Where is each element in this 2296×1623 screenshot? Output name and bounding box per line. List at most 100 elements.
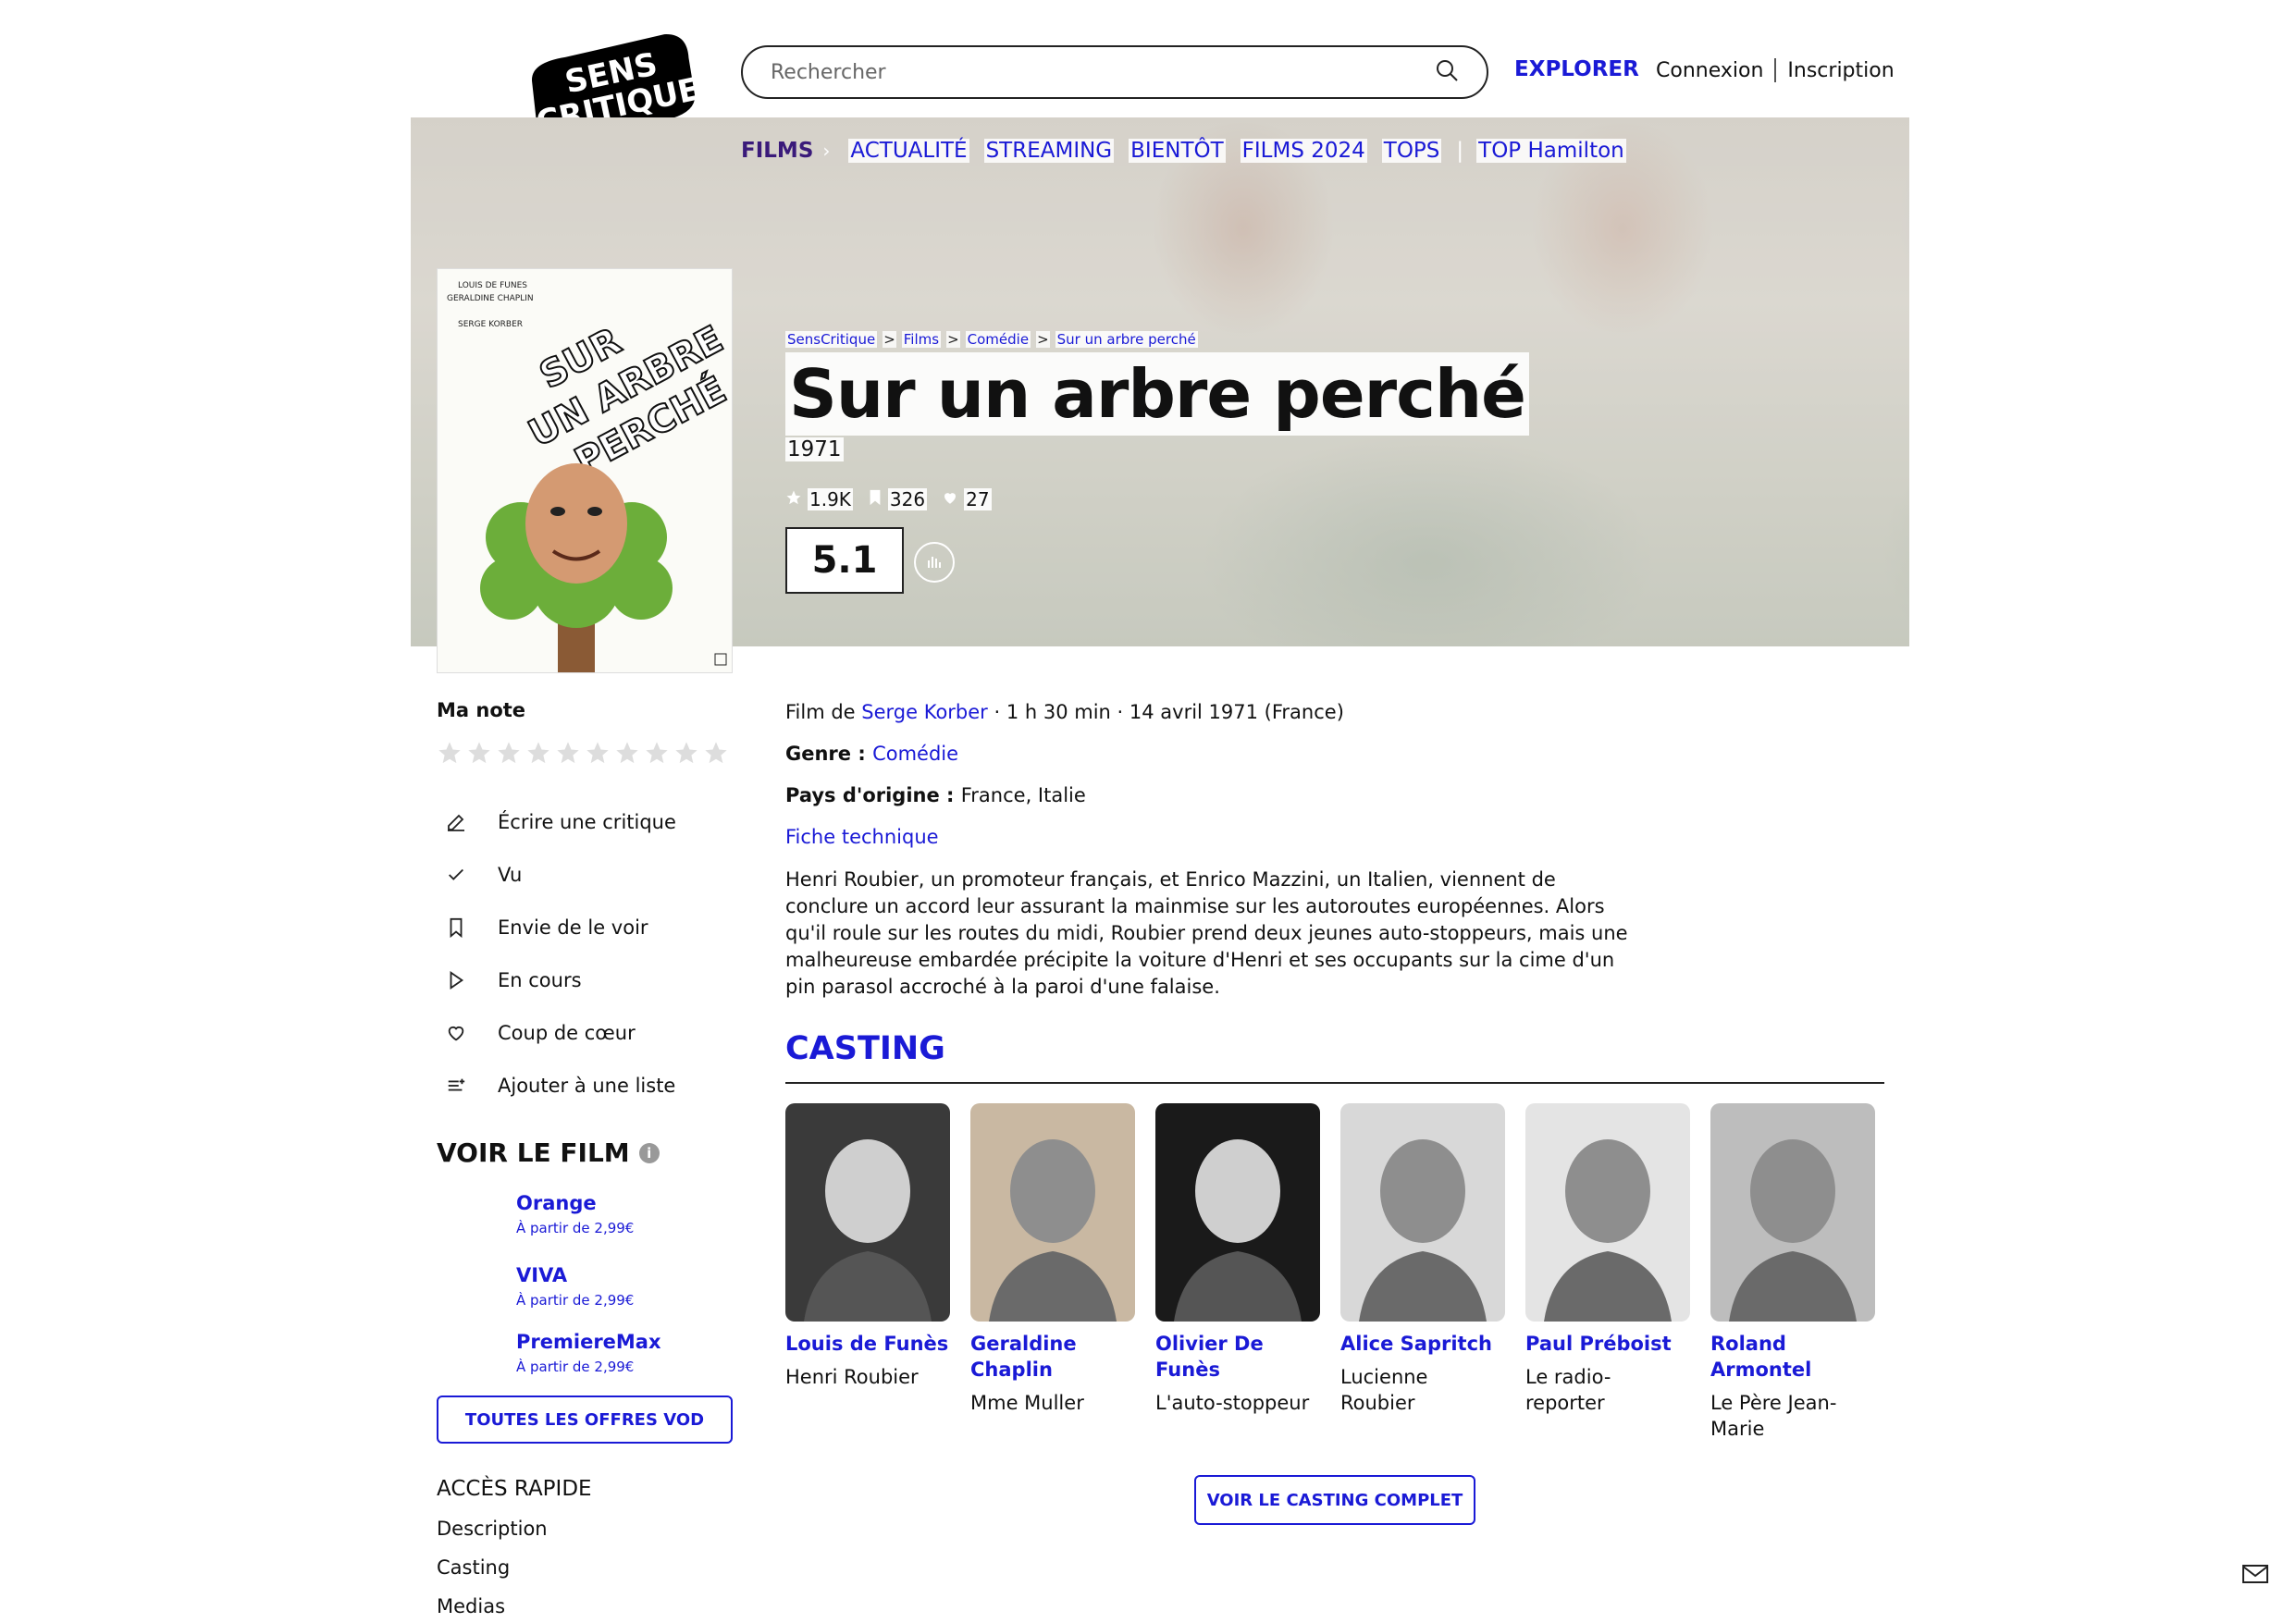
nav-section-films[interactable]: FILMS (741, 139, 813, 163)
breadcrumb-item[interactable]: Comédie (965, 331, 1031, 348)
offer-name[interactable]: Orange (516, 1192, 733, 1214)
breadcrumb-sep: > (946, 331, 960, 348)
rating-stars[interactable] (437, 740, 733, 769)
offer-price: À partir de 2,99€ (516, 1359, 635, 1375)
divider (1774, 58, 1777, 82)
rating-star-icon[interactable] (437, 740, 463, 769)
action-label: Coup de cœur (498, 1021, 636, 1044)
actor-photo[interactable] (1155, 1103, 1320, 1322)
all-vod-offers-button[interactable]: TOUTES LES OFFRES VOD (437, 1396, 733, 1444)
action-label: Ajouter à une liste (498, 1074, 676, 1097)
poster-credit-2: GERALDINE CHAPLIN (447, 294, 534, 303)
actor-photo[interactable] (1525, 1103, 1690, 1322)
cast-member[interactable]: Paul Préboist Le radio-reporter (1525, 1103, 1690, 1442)
actor-name[interactable]: Alice Sapritch (1340, 1331, 1505, 1357)
nav-item-bientot[interactable]: BIENTÔT (1129, 139, 1226, 163)
section-nav: FILMS › ACTUALITÉ STREAMING BIENTÔT FILM… (741, 139, 1641, 163)
full-casting-button[interactable]: VOIR LE CASTING COMPLET (1194, 1475, 1475, 1525)
rating-star-icon[interactable] (644, 740, 670, 769)
quick-access-description[interactable]: Description (437, 1518, 733, 1540)
poster-credit-3: SERGE KORBER (458, 320, 523, 329)
quick-access-casting[interactable]: Casting (437, 1556, 733, 1579)
rating-star-icon[interactable] (525, 740, 551, 769)
info-icon[interactable]: i (638, 1142, 660, 1163)
film-poster[interactable]: LOUIS DE FUNES GERALDINE CHAPLIN SERGE K… (437, 268, 733, 673)
action-want-to-see[interactable]: Envie de le voir (437, 901, 733, 953)
score-distribution-button[interactable] (914, 542, 955, 583)
quick-access-title: ACCÈS RAPIDE (437, 1477, 592, 1501)
breadcrumb-item[interactable]: Films (901, 331, 942, 348)
actor-role: Mme Muller (970, 1392, 1084, 1414)
cast-member[interactable]: Louis de Funès Henri Roubier (785, 1103, 950, 1442)
breadcrumb-sep: > (1036, 331, 1050, 348)
actor-name[interactable]: Roland Armontel (1710, 1331, 1875, 1383)
casting-divider (785, 1082, 1884, 1084)
rating-star-icon[interactable] (673, 740, 699, 769)
nav-item-streaming[interactable]: STREAMING (983, 139, 1115, 163)
actor-name[interactable]: Olivier De Funès (1155, 1331, 1320, 1383)
offer-price: À partir de 2,99€ (516, 1220, 635, 1236)
heart-icon (942, 488, 958, 510)
search-icon[interactable] (1435, 58, 1459, 86)
play-icon (442, 966, 470, 994)
nav-item-tops[interactable]: TOPS (1381, 139, 1442, 163)
offer-price: À partir de 2,99€ (516, 1292, 635, 1309)
offer-name[interactable]: VIVA (516, 1264, 733, 1286)
search-input[interactable] (771, 60, 1418, 84)
technical-sheet-link[interactable]: Fiche technique (785, 826, 939, 848)
rating-star-icon[interactable] (496, 740, 522, 769)
mail-icon[interactable] (2241, 1563, 2269, 1589)
quick-access-medias[interactable]: Medias (437, 1595, 733, 1617)
film-country: Pays d'origine : France, Italie (785, 782, 1618, 808)
cast-member[interactable]: Roland Armontel Le Père Jean-Marie (1710, 1103, 1875, 1442)
rating-star-icon[interactable] (585, 740, 611, 769)
vod-offer-viva[interactable]: VIVA À partir de 2,99€ (516, 1264, 733, 1309)
rating-star-icon[interactable] (614, 740, 640, 769)
film-genre: Genre : Comédie (785, 741, 1618, 767)
nav-item-actualite[interactable]: ACTUALITÉ (848, 139, 969, 163)
actor-role: Le radio-reporter (1525, 1366, 1611, 1414)
actor-role: Henri Roubier (785, 1366, 919, 1388)
actor-photo[interactable] (970, 1103, 1135, 1322)
country-value: France, Italie (960, 784, 1086, 806)
director-link[interactable]: Serge Korber (861, 701, 988, 723)
actor-name[interactable]: Paul Préboist (1525, 1331, 1690, 1357)
breadcrumb-item[interactable]: Sur un arbre perché (1055, 331, 1198, 348)
nav-item-top-hamilton[interactable]: TOP Hamilton (1476, 139, 1626, 163)
genre-link[interactable]: Comédie (872, 743, 958, 765)
cast-member[interactable]: Alice Sapritch Lucienne Roubier (1340, 1103, 1505, 1442)
action-add-to-list[interactable]: Ajouter à une liste (437, 1059, 733, 1112)
offer-name[interactable]: PremiereMax (516, 1331, 733, 1353)
action-seen[interactable]: Vu (437, 848, 733, 901)
country-label: Pays d'origine : (785, 784, 961, 806)
vod-offer-premieremax[interactable]: PremiereMax À partir de 2,99€ (516, 1331, 733, 1375)
cast-member[interactable]: Geraldine Chaplin Mme Muller (970, 1103, 1135, 1442)
vod-offer-orange[interactable]: Orange À partir de 2,99€ (516, 1192, 733, 1236)
action-write-review[interactable]: Écrire une critique (437, 795, 733, 848)
actor-name[interactable]: Geraldine Chaplin (970, 1331, 1135, 1383)
ratings-value: 1.9K (808, 488, 853, 510)
rating-star-icon[interactable] (555, 740, 581, 769)
actor-photo[interactable] (1710, 1103, 1875, 1322)
actor-photo[interactable] (1340, 1103, 1505, 1322)
action-label: En cours (498, 968, 582, 991)
rating-star-icon[interactable] (466, 740, 492, 769)
action-in-progress[interactable]: En cours (437, 953, 733, 1006)
list-add-icon (442, 1072, 470, 1100)
cast-member[interactable]: Olivier De Funès L'auto-stoppeur (1155, 1103, 1320, 1442)
search-bar[interactable] (741, 45, 1488, 99)
actor-photo[interactable] (785, 1103, 950, 1322)
actor-role: Lucienne Roubier (1340, 1366, 1428, 1414)
signup-link[interactable]: Inscription (1787, 59, 1894, 82)
explorer-link[interactable]: EXPLORER (1514, 57, 1639, 81)
sidebar: Ma note Écrire une critique Vu Envie de … (437, 699, 733, 1617)
nav-item-films-2024[interactable]: FILMS 2024 (1240, 139, 1367, 163)
rating-star-icon[interactable] (703, 740, 729, 769)
action-favorite[interactable]: Coup de cœur (437, 1006, 733, 1059)
breadcrumb-item[interactable]: SensCritique (785, 331, 878, 348)
login-link[interactable]: Connexion (1656, 59, 1763, 82)
film-stats: 1.9K 326 27 (785, 488, 992, 510)
actor-role: L'auto-stoppeur (1155, 1392, 1310, 1414)
film-credits: Film de Serge Korber · 1 h 30 min · 14 a… (785, 699, 1618, 725)
actor-name[interactable]: Louis de Funès (785, 1331, 950, 1357)
